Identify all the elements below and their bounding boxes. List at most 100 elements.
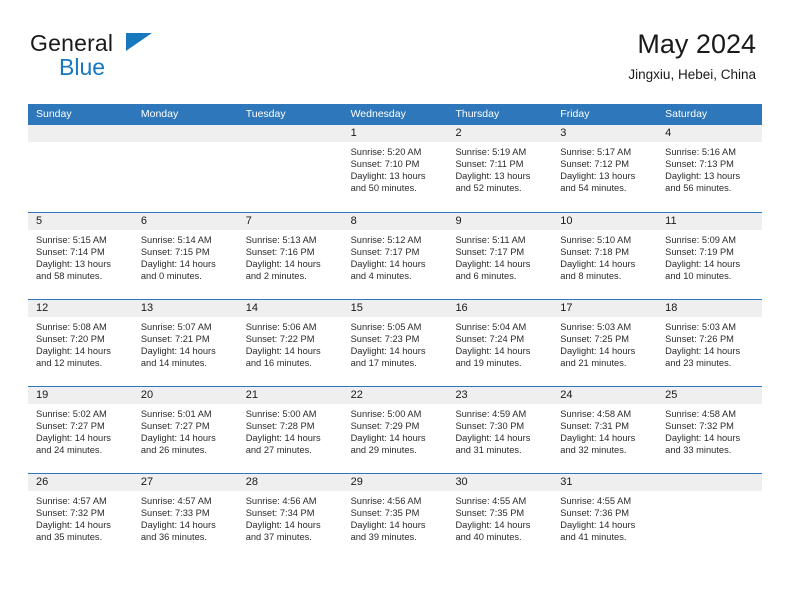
calendar-day-cell[interactable]: 8 Sunrise: 5:12 AM Sunset: 7:17 PM Daylight…: [342, 213, 448, 299]
calendar-day-cell[interactable]: 7 Sunrise: 5:13 AM Sunset: 7:16 PM Daylight…: [237, 213, 343, 299]
calendar-day-cell[interactable]: 21 Sunrise: 5:00 AM Sunset: 7:28 PM Dayligh…: [237, 387, 343, 473]
calendar-day-cell[interactable]: 26 Sunrise: 4:57 AM Sunset: 7:32 PM Dayligh…: [28, 474, 133, 560]
calendar-day-cell[interactable]: 9 Sunrise: 5:11 AM Sunset: 7:17 PM Daylight…: [447, 213, 553, 299]
day-number: 6: [132, 213, 238, 230]
day-sun-info: Sunrise: 5:12 AM Sunset: 7:17 PM Daylight:…: [343, 230, 448, 282]
sunset-text: Sunset: 7:24 PM: [455, 334, 525, 345]
day-sun-info: Sunrise: 4:57 AM Sunset: 7:32 PM Daylight:…: [28, 491, 133, 543]
day-sun-info: Sunrise: 4:56 AM Sunset: 7:34 PM Daylight:…: [238, 491, 343, 543]
sunrise-text: Sunrise: 5:12 AM: [350, 235, 422, 245]
daylight-text: Daylight: 14 hours and 36 minutes.: [140, 520, 216, 543]
calendar-day-cell[interactable]: 3 Sunrise: 5:17 AM Sunset: 7:12 PM Daylight…: [552, 125, 658, 212]
calendar-day-cell[interactable]: 20 Sunrise: 5:01 AM Sunset: 7:27 PM Dayligh…: [132, 387, 238, 473]
calendar-day-cell[interactable]: 18 Sunrise: 5:03 AM Sunset: 7:26 PM Dayligh…: [657, 300, 763, 386]
calendar-day-cell[interactable]: 4 Sunrise: 5:16 AM Sunset: 7:13 PM Daylight…: [657, 125, 763, 212]
calendar-day-cell[interactable]: 11 Sunrise: 5:09 AM Sunset: 7:19 PM Dayligh…: [657, 213, 763, 299]
day-sun-info: Sunrise: 5:16 AM Sunset: 7:13 PM Daylight:…: [657, 142, 762, 194]
day-number: 31: [552, 474, 658, 491]
calendar-week-row: 5 Sunrise: 5:15 AM Sunset: 7:14 PM Daylight…: [28, 212, 763, 299]
daylight-text: Daylight: 14 hours and 29 minutes.: [350, 433, 426, 456]
brand-logo: General Blue: [30, 28, 165, 88]
calendar-day-cell[interactable]: 5 Sunrise: 5:15 AM Sunset: 7:14 PM Daylight…: [28, 213, 133, 299]
calendar-day-cell[interactable]: 6 Sunrise: 5:14 AM Sunset: 7:15 PM Daylight…: [132, 213, 238, 299]
day-number: 26: [28, 474, 133, 491]
day-sun-info: Sunrise: 4:55 AM Sunset: 7:36 PM Daylight:…: [552, 491, 657, 543]
calendar-day-cell[interactable]: 22 Sunrise: 5:00 AM Sunset: 7:29 PM Dayligh…: [342, 387, 448, 473]
sunset-text: Sunset: 7:27 PM: [140, 421, 210, 432]
sunrise-text: Sunrise: 4:57 AM: [36, 496, 107, 506]
daylight-text: Daylight: 13 hours and 52 minutes.: [455, 171, 531, 194]
calendar-day-cell[interactable]: 30 Sunrise: 4:55 AM Sunset: 7:35 PM Dayligh…: [447, 474, 553, 560]
daylight-text: Daylight: 14 hours and 14 minutes.: [140, 346, 216, 369]
calendar-day-cell-empty: [28, 125, 133, 212]
calendar-day-cell[interactable]: 29 Sunrise: 4:56 AM Sunset: 7:35 PM Dayligh…: [342, 474, 448, 560]
daylight-text: Daylight: 14 hours and 32 minutes.: [560, 433, 636, 456]
sunrise-text: Sunrise: 5:15 AM: [36, 235, 107, 245]
calendar-day-cell[interactable]: 19 Sunrise: 5:02 AM Sunset: 7:27 PM Dayligh…: [28, 387, 133, 473]
sunrise-text: Sunrise: 4:57 AM: [140, 496, 212, 506]
calendar-day-cell[interactable]: 25 Sunrise: 4:58 AM Sunset: 7:32 PM Dayligh…: [657, 387, 763, 473]
dow-friday: Friday: [560, 108, 590, 120]
sunrise-text: Sunrise: 5:14 AM: [140, 235, 212, 245]
sunrise-text: Sunrise: 4:55 AM: [560, 496, 632, 506]
day-sun-info: Sunrise: 5:15 AM Sunset: 7:14 PM Daylight:…: [28, 230, 133, 282]
day-number: 30: [447, 474, 553, 491]
calendar-week-row: 1 Sunrise: 5:20 AM Sunset: 7:10 PM Daylight…: [28, 125, 763, 212]
sunset-text: Sunset: 7:19 PM: [665, 247, 734, 258]
day-sun-info: Sunrise: 5:03 AM Sunset: 7:25 PM Daylight:…: [552, 317, 657, 369]
calendar-day-cell[interactable]: 17 Sunrise: 5:03 AM Sunset: 7:25 PM Dayligh…: [552, 300, 658, 386]
calendar-day-cell[interactable]: 15 Sunrise: 5:05 AM Sunset: 7:23 PM Dayligh…: [342, 300, 448, 386]
daylight-text: Daylight: 14 hours and 12 minutes.: [36, 346, 111, 369]
sunset-text: Sunset: 7:32 PM: [36, 508, 105, 519]
sunrise-text: Sunrise: 5:09 AM: [665, 235, 736, 245]
day-number: [132, 125, 238, 142]
calendar-weeks: 1 Sunrise: 5:20 AM Sunset: 7:10 PM Daylight…: [28, 125, 763, 560]
day-number: 16: [447, 300, 553, 317]
daylight-text: Daylight: 13 hours and 56 minutes.: [665, 171, 741, 194]
day-sun-info: Sunrise: 5:08 AM Sunset: 7:20 PM Daylight:…: [28, 317, 133, 369]
day-sun-info: Sunrise: 5:13 AM Sunset: 7:16 PM Daylight:…: [238, 230, 343, 282]
calendar-week-row: 19 Sunrise: 5:02 AM Sunset: 7:27 PM Dayligh…: [28, 386, 763, 473]
day-sun-info: Sunrise: 5:17 AM Sunset: 7:12 PM Daylight:…: [552, 142, 657, 194]
calendar-day-cell[interactable]: 28 Sunrise: 4:56 AM Sunset: 7:34 PM Dayligh…: [237, 474, 343, 560]
sunrise-text: Sunrise: 4:56 AM: [245, 496, 317, 506]
day-number: 12: [28, 300, 133, 317]
calendar-day-cell[interactable]: 2 Sunrise: 5:19 AM Sunset: 7:11 PM Daylight…: [447, 125, 553, 212]
sunrise-text: Sunrise: 5:00 AM: [245, 409, 317, 419]
calendar-day-cell[interactable]: 24 Sunrise: 4:58 AM Sunset: 7:31 PM Dayligh…: [552, 387, 658, 473]
calendar-day-cell[interactable]: 31 Sunrise: 4:55 AM Sunset: 7:36 PM Dayligh…: [552, 474, 658, 560]
day-sun-info: Sunrise: 5:05 AM Sunset: 7:23 PM Daylight:…: [343, 317, 448, 369]
calendar-day-cell[interactable]: 27 Sunrise: 4:57 AM Sunset: 7:33 PM Dayligh…: [132, 474, 238, 560]
calendar-day-cell[interactable]: 10 Sunrise: 5:10 AM Sunset: 7:18 PM Dayligh…: [552, 213, 658, 299]
sunrise-text: Sunrise: 5:03 AM: [665, 322, 736, 332]
calendar-day-cell[interactable]: 12 Sunrise: 5:08 AM Sunset: 7:20 PM Dayligh…: [28, 300, 133, 386]
calendar-day-cell[interactable]: 1 Sunrise: 5:20 AM Sunset: 7:10 PM Daylight…: [342, 125, 448, 212]
daylight-text: Daylight: 14 hours and 16 minutes.: [245, 346, 321, 369]
sunset-text: Sunset: 7:14 PM: [36, 247, 105, 258]
calendar-day-cell-empty: [132, 125, 238, 212]
sunrise-text: Sunrise: 5:05 AM: [350, 322, 422, 332]
calendar-day-cell[interactable]: 16 Sunrise: 5:04 AM Sunset: 7:24 PM Dayligh…: [447, 300, 553, 386]
day-sun-info: Sunrise: 5:19 AM Sunset: 7:11 PM Daylight:…: [447, 142, 552, 194]
day-number: [657, 474, 763, 491]
day-number: 27: [132, 474, 238, 491]
sunset-text: Sunset: 7:29 PM: [350, 421, 420, 432]
daylight-text: Daylight: 14 hours and 31 minutes.: [455, 433, 531, 456]
daylight-text: Daylight: 14 hours and 40 minutes.: [455, 520, 531, 543]
sunset-text: Sunset: 7:20 PM: [36, 334, 105, 345]
calendar-day-cell[interactable]: 14 Sunrise: 5:06 AM Sunset: 7:22 PM Dayligh…: [237, 300, 343, 386]
day-sun-info: Sunrise: 4:55 AM Sunset: 7:35 PM Daylight:…: [447, 491, 552, 543]
day-sun-info: Sunrise: 4:57 AM Sunset: 7:33 PM Daylight:…: [133, 491, 238, 543]
daylight-text: Daylight: 14 hours and 4 minutes.: [350, 259, 426, 282]
day-of-week-header-row: Sunday Monday Tuesday Wednesday Thursday…: [28, 104, 762, 125]
day-number: 14: [237, 300, 343, 317]
calendar-day-cell[interactable]: 23 Sunrise: 4:59 AM Sunset: 7:30 PM Dayligh…: [447, 387, 553, 473]
dow-sunday: Sunday: [36, 108, 72, 120]
sunset-text: Sunset: 7:35 PM: [455, 508, 525, 519]
day-sun-info: Sunrise: 5:02 AM Sunset: 7:27 PM Daylight:…: [28, 404, 133, 456]
triangle-flag-icon: [126, 33, 152, 51]
sunrise-text: Sunrise: 4:58 AM: [560, 409, 632, 419]
daylight-text: Daylight: 13 hours and 50 minutes.: [350, 171, 426, 194]
page-header: General Blue May 2024 Jingxiu, Hebei, Ch…: [0, 0, 792, 104]
calendar-day-cell[interactable]: 13 Sunrise: 5:07 AM Sunset: 7:21 PM Dayligh…: [132, 300, 238, 386]
